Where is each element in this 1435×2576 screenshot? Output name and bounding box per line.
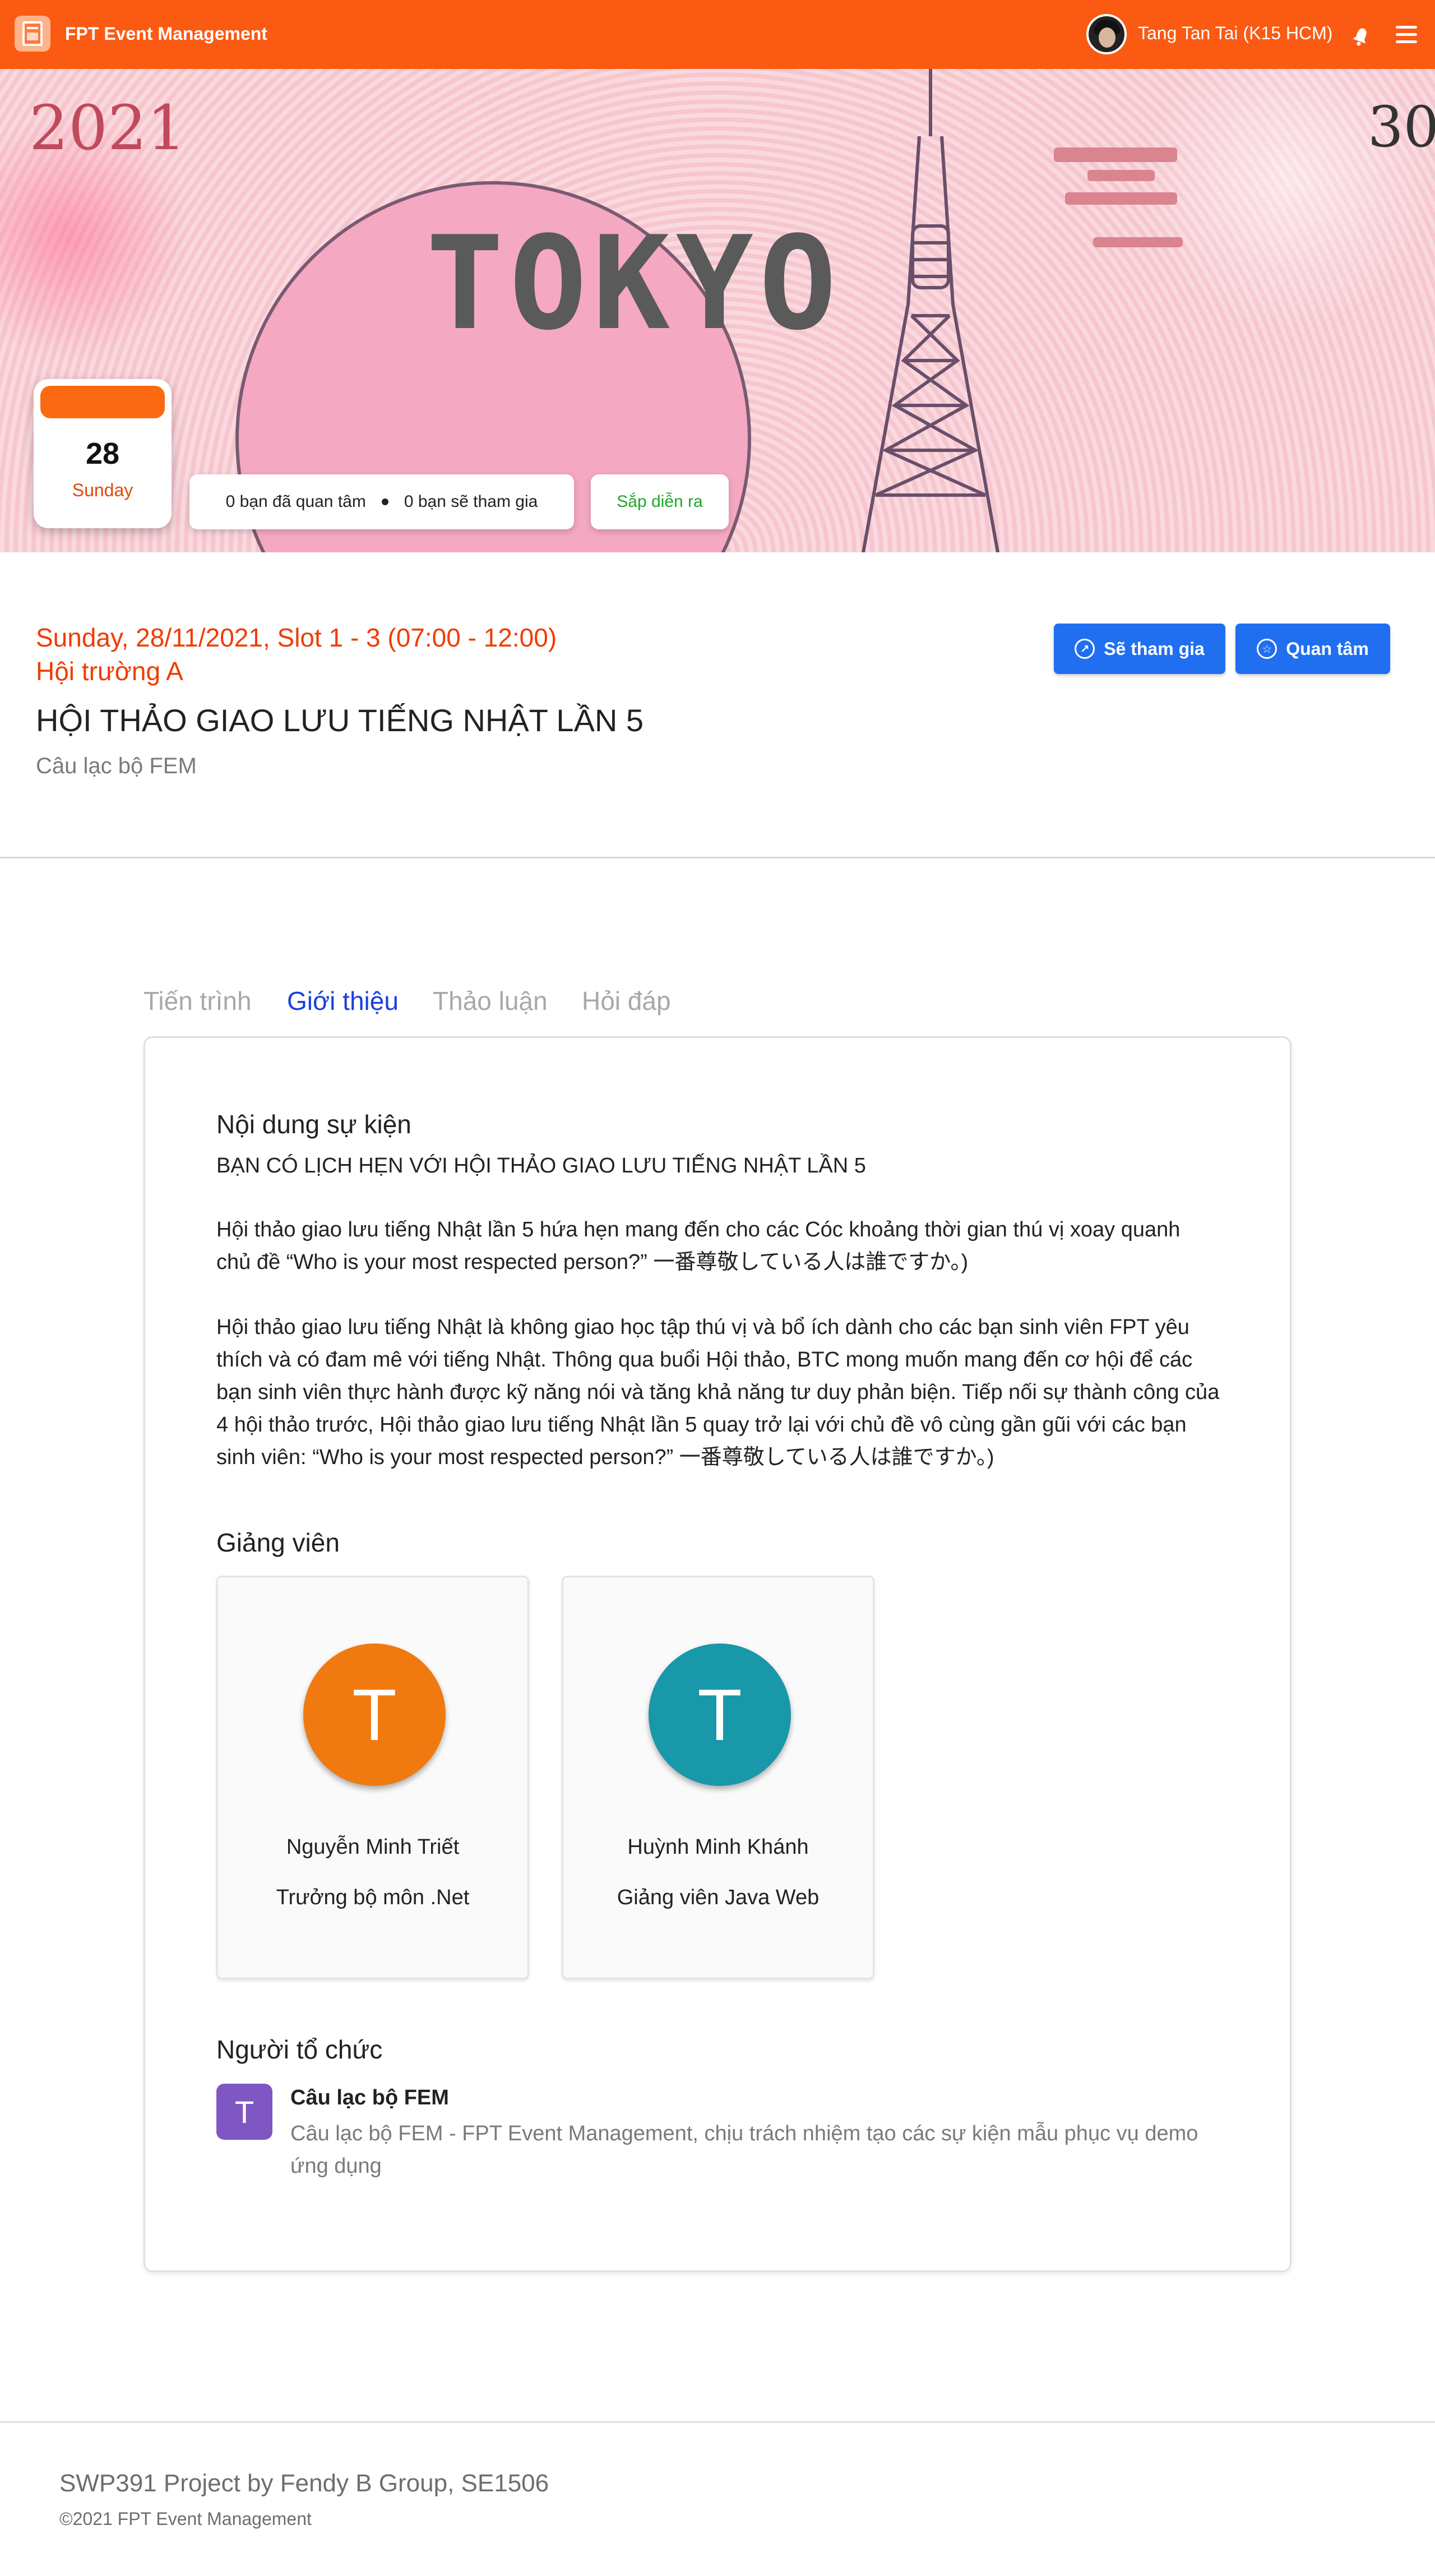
content-section-title: Nội dung sự kiện xyxy=(216,1110,411,1139)
content-subtitle: BẠN CÓ LỊCH HẸN VỚI HỘI THẢO GIAO LƯU TI… xyxy=(216,1154,866,1178)
footer-project: SWP391 Project by Fendy B Group, SE1506 xyxy=(59,2469,549,2497)
tokyo-tower-illustration xyxy=(862,69,999,552)
lecturer-card[interactable]: T Nguyễn Minh Triết Trưởng bộ môn .Net xyxy=(216,1576,529,1979)
organizer-avatar: T xyxy=(216,2084,272,2140)
event-venue: Hội trường A xyxy=(36,657,183,686)
user-avatar[interactable] xyxy=(1086,14,1127,54)
star-icon: ☆ xyxy=(1257,639,1277,659)
banner-cloud-shape xyxy=(1054,147,1177,162)
join-button[interactable]: ↗ Sẽ tham gia xyxy=(1054,624,1225,674)
lecturers-title: Giảng viên xyxy=(216,1528,340,1557)
content-paragraph: Hội thảo giao lưu tiếng Nhật là không gi… xyxy=(216,1315,1220,1469)
banner-side-text: 30GOOGLEME xyxy=(1368,94,1435,160)
date-weekday: Sunday xyxy=(72,480,133,500)
event-datetime: Sunday, 28/11/2021, Slot 1 - 3 (07:00 - … xyxy=(36,623,557,652)
bell-icon[interactable] xyxy=(1350,25,1372,47)
tab-introduction[interactable]: Giới thiệu xyxy=(287,986,399,1016)
arrow-up-right-icon: ↗ xyxy=(1075,639,1095,659)
join-button-label: Sẽ tham gia xyxy=(1104,638,1205,659)
banner-cloud-shape xyxy=(1087,170,1155,181)
lecturer-avatar: T xyxy=(649,1644,791,1786)
app-name[interactable]: FPT Event Management xyxy=(65,24,267,44)
event-banner: 2021 TOKYO 30GOOGLEME 28 Sunday 0 bạn đã… xyxy=(0,69,1435,552)
lecturer-name: Huỳnh Minh Khánh xyxy=(627,1835,809,1859)
interest-button[interactable]: ☆ Quan tâm xyxy=(1235,624,1390,674)
tab-qa[interactable]: Hỏi đáp xyxy=(582,986,671,1016)
status-badge: Sắp diễn ra xyxy=(591,474,729,529)
footer-divider xyxy=(0,2421,1435,2423)
attendance-stats: 0 bạn đã quan tâm 0 bạn sẽ tham gia xyxy=(189,474,574,529)
menu-icon[interactable] xyxy=(1396,26,1417,44)
banner-cloud-shape xyxy=(1065,192,1177,205)
banner-year-text: 2021 xyxy=(29,92,186,164)
date-day: 28 xyxy=(85,437,120,470)
lecturer-avatar: T xyxy=(303,1644,446,1786)
lecturer-role: Trưởng bộ môn .Net xyxy=(276,1886,470,1909)
date-badge: 28 Sunday xyxy=(34,379,172,528)
lecturer-name: Nguyễn Minh Triết xyxy=(286,1835,460,1859)
tab-progress[interactable]: Tiến trình xyxy=(144,986,252,1016)
organizer-title: Người tổ chức xyxy=(216,2035,383,2064)
lecturer-card[interactable]: T Huỳnh Minh Khánh Giảng viên Java Web xyxy=(562,1576,874,1979)
interest-button-label: Quan tâm xyxy=(1286,638,1369,659)
tab-discussion[interactable]: Thảo luận xyxy=(433,986,548,1016)
banner-headline: TOKYO xyxy=(426,209,843,359)
content-paragraph: Hội thảo giao lưu tiếng Nhật lần 5 hứa h… xyxy=(216,1218,1181,1274)
section-divider xyxy=(0,857,1435,858)
lecturer-role: Giảng viên Java Web xyxy=(617,1886,820,1909)
footer-copyright: ©2021 FPT Event Management xyxy=(59,2509,312,2529)
attending-count: 0 bạn sẽ tham gia xyxy=(404,492,538,511)
app-logo-icon[interactable] xyxy=(15,16,50,52)
event-title: HỘI THẢO GIAO LƯU TIẾNG NHẬT LẦN 5 xyxy=(36,703,644,738)
date-badge-cap xyxy=(40,386,165,418)
organizer-description: Câu lạc bộ FEM - FPT Event Management, c… xyxy=(290,2122,1198,2178)
top-navbar: FPT Event Management Tang Tan Tai (K15 H… xyxy=(0,0,1435,69)
banner-cloud-shape xyxy=(1093,237,1183,247)
user-name[interactable]: Tang Tan Tai (K15 HCM) xyxy=(1138,23,1332,44)
interested-count: 0 bạn đã quan tâm xyxy=(225,492,366,511)
event-organizer: Câu lạc bộ FEM xyxy=(36,754,197,778)
organizer-name[interactable]: Câu lạc bộ FEM xyxy=(290,2086,449,2110)
separator-dot xyxy=(381,498,388,505)
